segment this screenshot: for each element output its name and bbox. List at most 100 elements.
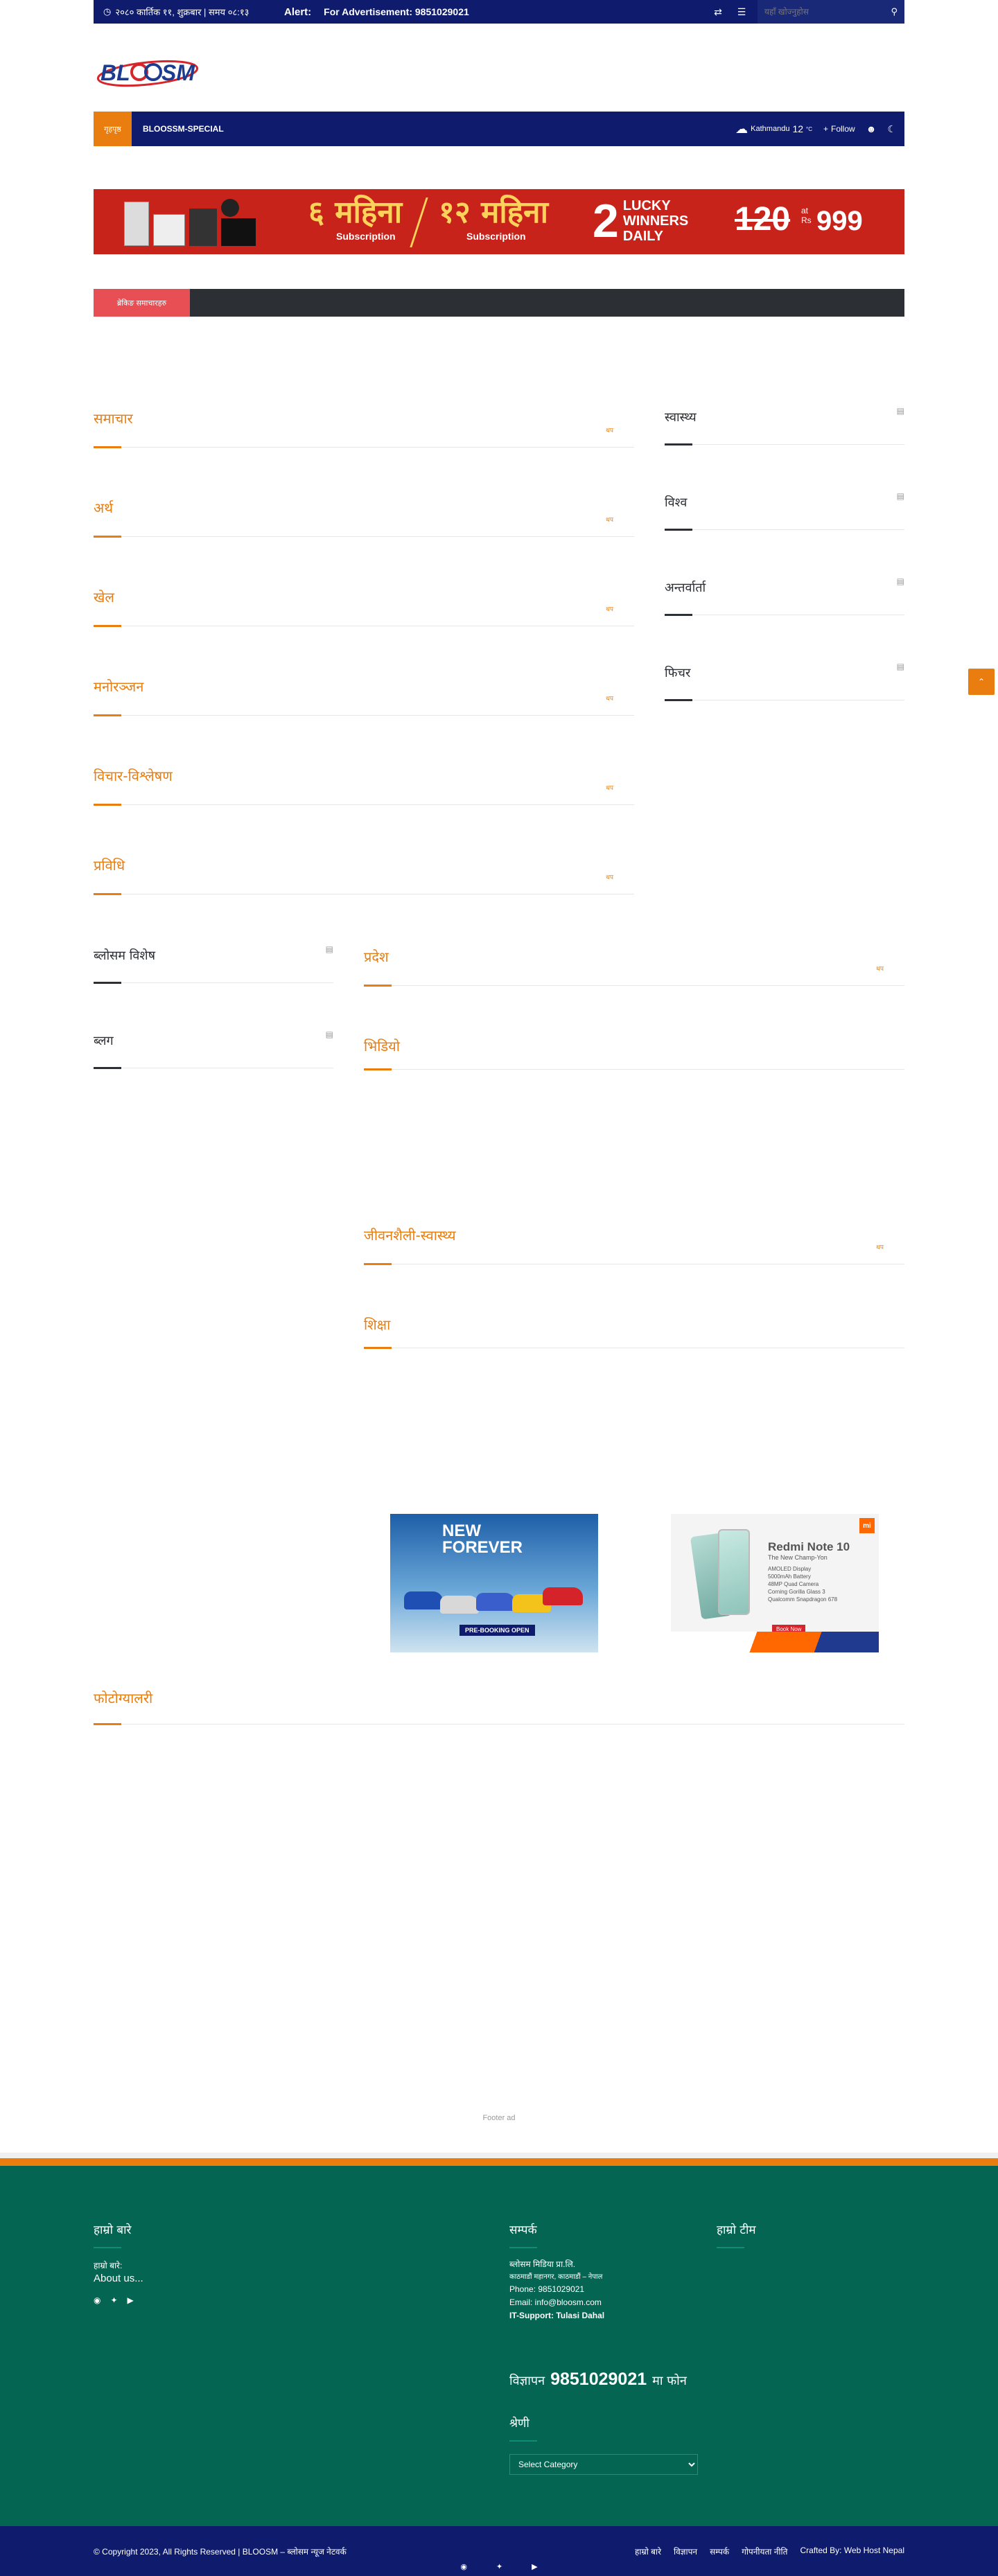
logo-graphic: BL SM [96,60,199,87]
svg-text:BL: BL [100,60,130,85]
banner-12-months: १२ महिना Subscription [439,195,548,242]
banner-advertisement[interactable]: ६ महिना Subscription १२ महिना Subscripti… [94,189,904,254]
section-title[interactable]: ब्लग [94,1032,333,1049]
section-entertainment: मनोरञ्जन थप [94,677,634,716]
random-article-icon[interactable]: ⇄ [706,6,730,18]
section-title[interactable]: फिचर [665,664,904,681]
rss-icon[interactable]: ▤ [897,662,904,671]
twitter-icon[interactable]: ✦ [496,2562,502,2571]
rss-icon[interactable]: ▤ [897,406,904,416]
copyright-text: © Copyright 2023, All Rights Reserved | … [94,2547,347,2557]
footer-divider [0,2153,998,2158]
youtube-icon[interactable]: ▶ [532,2562,537,2571]
plus-icon: + [823,124,829,134]
nav-bloossm-special[interactable]: BLOOSSM-SPECIAL [132,124,235,134]
more-link[interactable]: थप [606,694,613,703]
rss-icon[interactable]: ▤ [897,491,904,501]
alert-label: Alert: [284,6,312,18]
section-title[interactable]: शिक्षा [364,1315,904,1334]
sidebar-section-world: विश्व ▤ [665,491,904,531]
chevron-up-icon: ⌃ [977,677,986,687]
left-section-special: ब्लोसम विशेष ▤ [94,944,333,984]
section-title[interactable]: अर्थ [94,498,634,517]
youtube-icon[interactable]: ▶ [128,2295,134,2305]
section-news: समाचार थप [94,409,634,448]
bottom-social: ◉ ✦ ▶ [0,2562,998,2571]
section-title[interactable]: प्रदेश [364,947,904,966]
facebook-icon[interactable]: ◉ [460,2562,467,2571]
more-link[interactable]: थप [876,964,884,973]
follow-button[interactable]: + Follow [823,124,855,134]
nav-home[interactable]: गृहपृष्ठ [94,112,132,146]
phone-advertisement[interactable]: mi Redmi Note 10 The New Champ-Yon AMOLE… [671,1514,879,1652]
section-photo-gallery: फोटोग्यालरी [94,1688,904,1725]
sidebar-section-feature: फिचर ▤ [665,662,904,701]
site-logo[interactable]: BL SM [94,50,211,98]
footer-link-advertise[interactable]: विज्ञापन [674,2546,697,2557]
footer-link-contact[interactable]: सम्पर्क [710,2546,729,2557]
weather-unit: °C [806,125,812,132]
section-title[interactable]: समाचार [94,409,634,427]
search-box: ⚲ [758,0,904,24]
section-title[interactable]: स्वास्थ्य [665,409,904,425]
footer-link-about[interactable]: हाम्रो बारे [635,2546,661,2557]
footer-accent-stripe [0,2158,998,2166]
sidebar-section-health: स्वास्थ्य ▤ [665,406,904,445]
section-title[interactable]: मनोरञ्जन [94,677,634,696]
section-title[interactable]: प्रविधि [94,856,634,874]
facebook-icon[interactable]: ◉ [94,2295,100,2305]
footer-team-title: हाम्रो टीम [717,2223,756,2237]
more-link[interactable]: थप [606,425,613,434]
more-link[interactable]: थप [606,783,613,792]
rss-icon[interactable]: ▤ [326,944,333,954]
footer-link-privacy[interactable]: गोपनीयता नीति [742,2546,787,2557]
footer-about-title: हाम्रो बारे [94,2223,132,2237]
phone-image [718,1529,750,1615]
footer-links: हाम्रो बारे विज्ञापन सम्पर्क गोपनीयता नी… [635,2546,904,2557]
section-title[interactable]: जीवनशैली-स्वास्थ्य [364,1226,904,1244]
section-technology: प्रविधि थप [94,856,634,895]
more-link[interactable]: थप [606,604,613,613]
rss-icon[interactable]: ▤ [326,1030,333,1039]
cloud-icon: ☁ [735,121,748,136]
section-sports: खेल थप [94,588,634,627]
footer-team: हाम्रो टीम [717,2221,904,2248]
car-images [404,1578,584,1619]
rss-icon[interactable]: ▤ [897,576,904,586]
dark-mode-icon[interactable]: ☾ [887,123,896,135]
breaking-news-bar: ब्रेकिङ समाचारहरु [94,289,904,317]
section-title[interactable]: विचार-विश्लेषण [94,766,634,785]
section-title[interactable]: भिडियो [364,1036,904,1055]
category-select[interactable]: Select Category [509,2454,698,2475]
bottom-bar: © Copyright 2023, All Rights Reserved | … [0,2526,998,2576]
more-link[interactable]: थप [876,1242,884,1251]
twitter-icon[interactable]: ✦ [110,2295,117,2305]
footer-contact-title: सम्पर्क [509,2223,537,2237]
section-title[interactable]: अन्तर्वार्ता [665,579,904,596]
banner-products-image [124,196,263,249]
left-section-blog: ब्लग ▤ [94,1030,333,1069]
banner-divider [410,197,428,247]
crafted-by[interactable]: Crafted By: Web Host Nepal [800,2546,904,2557]
main-navigation: गृहपृष्ठ BLOOSSM-SPECIAL ☁ Kathmandu 12 … [94,112,904,146]
search-input[interactable] [764,7,875,17]
about-us-link[interactable]: About us... [94,2273,274,2284]
site-footer: हाम्रो बारे हाम्रो बारे: About us... ◉ ✦… [0,2166,998,2526]
more-link[interactable]: थप [606,872,613,881]
footer-contact: सम्पर्क ब्लोसम मिडिया प्रा.लि. काठमाडौं … [509,2221,717,2475]
back-to-top-button[interactable]: ⌃ [968,669,995,695]
section-title[interactable]: विश्व [665,494,904,511]
advertisement-contact: For Advertisement: 9851029021 [324,6,469,17]
section-title[interactable]: फोटोग्यालरी [94,1688,904,1707]
user-login-icon[interactable]: ☻ [866,123,877,134]
search-icon[interactable]: ⚲ [891,6,898,17]
section-title[interactable]: खेल [94,588,634,606]
more-link[interactable]: थप [606,515,613,524]
section-title[interactable]: ब्लोसम विशेष [94,947,333,964]
section-economy: अर्थ थप [94,498,634,538]
section-lifestyle: जीवनशैली-स्वास्थ्य थप [364,1226,904,1265]
top-bar: ◷ २०८० कार्तिक ११, शुक्रबार | समय ०८:१३ … [94,0,904,24]
footer-social: ◉ ✦ ▶ [94,2295,274,2305]
car-advertisement[interactable]: NEW FOREVER PRE-BOOKING OPEN [390,1514,598,1652]
sidebar-menu-icon[interactable]: ☰ [730,6,753,18]
